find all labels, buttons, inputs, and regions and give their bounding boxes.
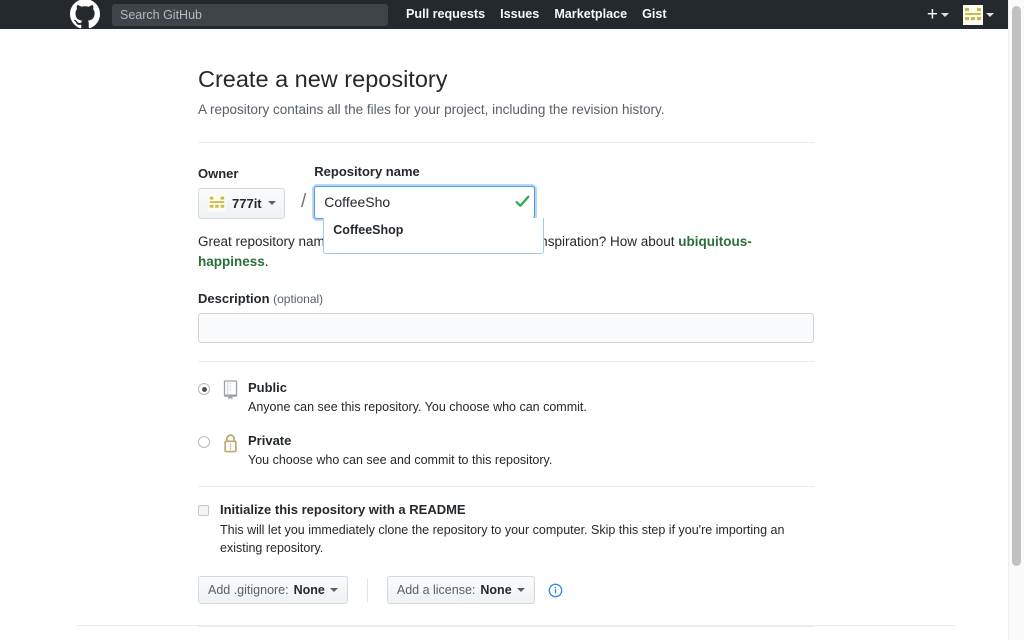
visibility-public-text: Public Anyone can see this repository. Y… — [248, 379, 814, 416]
chevron-down-icon — [329, 588, 338, 593]
browser-viewport: Pull requests Issues Marketplace Gist + — [0, 0, 1024, 640]
nav-link-pull-requests[interactable]: Pull requests — [406, 0, 485, 29]
radio-public[interactable] — [198, 383, 210, 396]
lock-icon — [221, 433, 241, 453]
repo-name-field: Repository name CoffeeShop — [314, 163, 814, 254]
nav-link-gist[interactable]: Gist — [642, 0, 667, 29]
visibility-private-title: Private — [248, 433, 292, 449]
hint-middle: inspiration? How about — [537, 233, 675, 249]
description-label-text: Description — [198, 291, 270, 307]
repo-name-label: Repository name — [314, 163, 420, 179]
chevron-down-icon — [516, 588, 525, 593]
page-scrollbar[interactable] — [1008, 0, 1024, 640]
info-circle-icon[interactable] — [548, 583, 563, 598]
scrollbar-thumb[interactable] — [1012, 6, 1021, 566]
owner-and-name-row: Owner 777it / Repository name CoffeeSho … — [198, 163, 814, 254]
page-title: Create a new repository — [198, 66, 448, 92]
identicon-avatar — [208, 194, 226, 213]
owner-name: 777it — [232, 195, 262, 211]
github-header: Pull requests Issues Marketplace Gist + — [0, 0, 1008, 29]
chevron-down-icon — [986, 12, 994, 17]
description-field: Description (optional) — [198, 291, 814, 363]
chevron-down-icon — [941, 12, 949, 17]
nav-link-marketplace[interactable]: Marketplace — [554, 0, 627, 29]
readme-section: Initialize this repository with a README… — [198, 502, 814, 628]
repo-book-icon — [221, 380, 241, 400]
chevron-down-icon — [267, 201, 276, 206]
new-repo-form-container: Create a new repository A repository con… — [198, 29, 814, 640]
owner-dropdown-button[interactable]: 777it — [198, 187, 285, 219]
description-optional-text: (optional) — [273, 292, 324, 307]
autocomplete-item[interactable]: CoffeeShop — [324, 219, 543, 244]
footer-divider — [76, 625, 956, 626]
search-input[interactable] — [112, 3, 388, 26]
divider — [198, 485, 814, 487]
owner-name-separator: / — [301, 190, 307, 212]
primary-nav: Pull requests Issues Marketplace Gist — [406, 0, 667, 29]
gitignore-value: None — [293, 583, 325, 598]
license-dropdown-button[interactable]: Add a license: None — [386, 576, 535, 605]
page-content: Create a new repository A repository con… — [0, 29, 1008, 640]
visibility-option-private[interactable]: Private You choose who can see and commi… — [198, 432, 814, 469]
hint-suffix: . — [264, 253, 269, 269]
divider-vertical — [366, 578, 368, 603]
description-input[interactable] — [198, 313, 814, 344]
visibility-public-description: Anyone can see this repository. You choo… — [248, 399, 587, 414]
visibility-private-description: You choose who can see and commit to thi… — [248, 452, 553, 467]
page-subtitle: A repository contains all the files for … — [198, 102, 665, 118]
visibility-option-public[interactable]: Public Anyone can see this repository. Y… — [198, 379, 814, 416]
autocomplete-filler — [324, 244, 543, 253]
identicon-avatar — [963, 4, 983, 25]
repo-extras-row-wrap: Add .gitignore: None Add a license: None — [198, 576, 814, 628]
nav-link-issues[interactable]: Issues — [500, 0, 539, 29]
visibility-public-title: Public — [248, 380, 288, 396]
owner-label: Owner — [198, 165, 239, 181]
radio-private[interactable] — [198, 436, 210, 449]
repo-name-input[interactable] — [314, 185, 536, 219]
divider — [198, 626, 814, 628]
visibility-private-text: Private You choose who can see and commi… — [248, 432, 814, 469]
repo-name-autocomplete-dropdown[interactable]: CoffeeShop — [323, 217, 545, 254]
divider — [198, 141, 814, 143]
description-label: Description (optional) — [198, 291, 814, 306]
repo-extras-row: Add .gitignore: None Add a license: None — [198, 576, 814, 605]
readme-option-row[interactable]: Initialize this repository with a README… — [198, 502, 814, 558]
license-value: None — [480, 583, 512, 598]
plus-icon: + — [926, 3, 938, 25]
divider — [198, 361, 814, 363]
gitignore-prefix: Add .gitignore: — [208, 583, 289, 598]
visibility-options: Public Anyone can see this repository. Y… — [198, 379, 814, 487]
readme-checkbox[interactable] — [198, 504, 209, 516]
account-menu[interactable] — [963, 4, 994, 25]
github-mark-icon[interactable] — [70, 0, 100, 29]
license-prefix: Add a license: — [396, 583, 476, 598]
create-new-menu[interactable]: + — [926, 3, 949, 25]
owner-field: Owner 777it — [198, 166, 296, 219]
gitignore-dropdown-button[interactable]: Add .gitignore: None — [198, 576, 348, 605]
readme-text: Initialize this repository with a README… — [220, 502, 814, 558]
repo-name-input-wrap: CoffeeShop — [314, 185, 814, 254]
header-right-controls: + — [926, 3, 1008, 25]
readme-description: This will let you immediately clone the … — [220, 522, 785, 556]
readme-title: Initialize this repository with a README — [220, 501, 466, 517]
